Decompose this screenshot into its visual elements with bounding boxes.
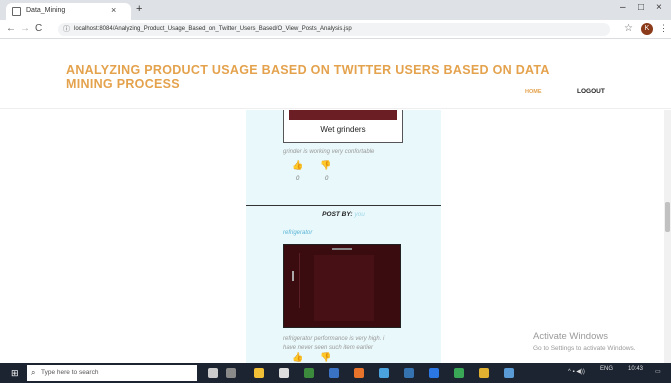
app-icon[interactable] <box>329 368 339 378</box>
site-header: ANALYZING PRODUCT USAGE BASED ON TWITTER… <box>0 40 671 109</box>
window-close-icon[interactable]: × <box>656 2 662 13</box>
page-title: ANALYZING PRODUCT USAGE BASED ON TWITTER… <box>66 63 550 91</box>
app-icon[interactable] <box>504 368 514 378</box>
windows-taskbar: ⊞ ⌕ Type here to search ^ ▪ ◀)) ENG 10:4… <box>0 363 671 383</box>
bookmark-star-icon[interactable]: ☆ <box>624 23 633 34</box>
product-name-link[interactable]: refrigerator <box>283 230 312 236</box>
product-label: Wet grinders <box>320 125 366 134</box>
profile-avatar[interactable]: K <box>641 23 653 35</box>
image-logo <box>332 248 352 250</box>
post-by-label: POST BY: <box>322 211 353 218</box>
app-icon[interactable] <box>404 368 414 378</box>
nav-home-link[interactable]: HOME <box>525 89 542 95</box>
chrome-icon[interactable] <box>454 368 464 378</box>
app-icon[interactable] <box>304 368 314 378</box>
browser-tab[interactable]: Data_Mining × <box>6 3 131 20</box>
more-menu-icon[interactable]: ⋮ <box>659 23 668 34</box>
activate-windows-title: Activate Windows <box>533 331 608 342</box>
url-field[interactable]: ⓘ localhost:8084/Analyzing_Product_Usage… <box>58 23 610 36</box>
search-icon: ⌕ <box>31 368 36 377</box>
refrigerator-image <box>283 244 401 328</box>
product-image-card: Wet grinders <box>283 110 403 143</box>
post-by-user: you <box>354 211 365 218</box>
dislike-icon[interactable]: 👎 <box>320 160 331 171</box>
tray-icons[interactable]: ^ ▪ ◀)) <box>568 368 585 375</box>
forward-icon[interactable]: → <box>20 23 30 34</box>
image-handle <box>292 271 294 281</box>
file-explorer-icon[interactable] <box>254 368 264 378</box>
posts-area: Wet grinders grinder is working very con… <box>0 110 671 363</box>
like-icon[interactable]: 👍 <box>292 160 303 171</box>
language-indicator[interactable]: ENG <box>600 366 613 372</box>
post-description: grinder is working very confortable <box>283 149 375 155</box>
clock[interactable]: 10:43 <box>628 366 643 372</box>
start-icon[interactable]: ⊞ <box>11 368 19 379</box>
screen: Data_Mining × + – □ × ← → C ⓘ localhost:… <box>0 0 671 383</box>
post-description: refrigerator performance is very high. i… <box>283 335 384 353</box>
url-text: localhost:8084/Analyzing_Product_Usage_B… <box>74 26 352 32</box>
tab-title: Data_Mining <box>26 7 66 14</box>
back-icon[interactable]: ← <box>6 23 16 34</box>
reload-icon[interactable]: C <box>35 23 42 34</box>
app-icon[interactable] <box>479 368 489 378</box>
browser-tabbar: Data_Mining × + – □ × <box>0 0 671 20</box>
tab-close-icon[interactable]: × <box>111 5 116 15</box>
search-placeholder: Type here to search <box>41 369 99 376</box>
store-icon[interactable] <box>279 368 289 378</box>
minimize-icon[interactable]: – <box>620 2 626 13</box>
page-scrollbar[interactable] <box>664 110 671 363</box>
cortana-icon[interactable] <box>208 368 218 378</box>
post-author: POST BY: you <box>246 211 441 218</box>
notification-icon[interactable]: ▭ <box>655 368 661 375</box>
nav-logout-link[interactable]: LOGOUT <box>577 88 605 95</box>
page-favicon-icon <box>12 7 21 16</box>
maximize-icon[interactable]: □ <box>638 2 644 13</box>
new-tab-button[interactable]: + <box>136 3 142 15</box>
description-line: refrigerator performance is very high. i <box>283 336 385 342</box>
info-icon[interactable]: ⓘ <box>63 23 70 36</box>
like-icon[interactable]: 👍 <box>292 352 303 363</box>
app-icon[interactable] <box>354 368 364 378</box>
dislike-icon[interactable]: 👎 <box>320 352 331 363</box>
app-icon[interactable] <box>379 368 389 378</box>
post-divider <box>246 205 441 206</box>
like-count: 0 <box>296 176 300 182</box>
address-bar: ← → C ⓘ localhost:8084/Analyzing_Product… <box>0 20 671 39</box>
image-shading <box>314 255 374 321</box>
app-icon[interactable] <box>429 368 439 378</box>
wet-grinder-image <box>289 110 397 120</box>
activate-windows-hint: Go to Settings to activate Windows. <box>533 345 636 352</box>
dislike-count: 0 <box>325 176 329 182</box>
task-view-icon[interactable] <box>226 368 236 378</box>
scrollbar-thumb[interactable] <box>665 202 670 232</box>
taskbar-search-input[interactable]: ⌕ Type here to search <box>27 365 197 381</box>
